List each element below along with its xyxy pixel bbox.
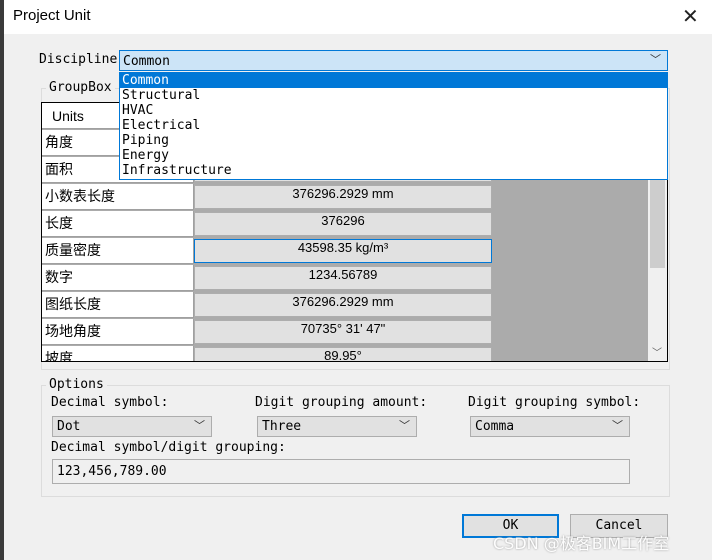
watermark: CSDN @极客BIM工作室 [493, 534, 670, 553]
discipline-value: Common [123, 54, 170, 69]
option-infrastructure[interactable]: Infrastructure [120, 163, 667, 178]
decimal-symbol-value: Dot [57, 419, 81, 434]
options-title: Options [46, 377, 107, 392]
unit-format-button[interactable]: 70735° 31' 47" [194, 320, 492, 344]
window-title: Project Unit [13, 7, 91, 24]
digit-grouping-symbol-value: Comma [475, 419, 515, 434]
digit-grouping-amount-label: Digit grouping amount: [255, 395, 428, 410]
unit-format-button[interactable]: 376296.2929 mm [194, 185, 492, 209]
preview-field: 123,456,789.00 [52, 459, 630, 484]
unit-format-button[interactable]: 89.95° [194, 347, 492, 361]
scroll-down-icon[interactable]: ﹀ [652, 344, 662, 359]
unit-name: 数字 [42, 265, 194, 291]
unit-format-button[interactable]: 376296.2929 mm [194, 293, 492, 317]
discipline-label: Discipline [39, 52, 118, 67]
digit-grouping-amount-value: Three [262, 419, 302, 434]
option-electrical[interactable]: Electrical [120, 118, 667, 133]
option-hvac[interactable]: HVAC [120, 103, 667, 118]
background-window-edge [0, 0, 4, 560]
chevron-down-icon: ﹀ [399, 419, 410, 432]
chevron-down-icon: ﹀ [194, 419, 205, 432]
digit-grouping-amount-select[interactable]: Three ﹀ [257, 416, 417, 437]
unit-name: 图纸长度 [42, 292, 194, 318]
option-piping[interactable]: Piping [120, 133, 667, 148]
chevron-down-icon: ﹀ [612, 419, 623, 432]
option-structural[interactable]: Structural [120, 88, 667, 103]
decimal-symbol-label: Decimal symbol: [51, 395, 169, 410]
digit-grouping-symbol-label: Digit grouping symbol: [468, 395, 641, 410]
unit-format-button[interactable]: 43598.35 kg/m³ [194, 239, 492, 263]
digit-grouping-symbol-select[interactable]: Comma ﹀ [470, 416, 630, 437]
unit-name: 场地角度 [42, 319, 194, 345]
groupbox-title: GroupBox [46, 80, 115, 95]
discipline-combobox[interactable]: Common ﹀ [119, 50, 668, 71]
decimal-symbol-select[interactable]: Dot ﹀ [52, 416, 212, 437]
unit-name: 长度 [42, 211, 194, 237]
preview-label: Decimal symbol/digit grouping: [51, 440, 286, 455]
unit-name: 质量密度 [42, 238, 194, 264]
unit-name: 小数表长度 [42, 184, 194, 210]
unit-format-button[interactable]: 1234.56789 [194, 266, 492, 290]
discipline-dropdown-list: Common Structural HVAC Electrical Piping… [119, 72, 668, 180]
title-bar [4, 0, 712, 34]
option-energy[interactable]: Energy [120, 148, 667, 163]
unit-name: 坡度 [42, 346, 194, 361]
close-icon[interactable]: ✕ [682, 4, 699, 28]
unit-format-button[interactable]: 376296 [194, 212, 492, 236]
chevron-down-icon: ﹀ [650, 53, 661, 66]
option-common[interactable]: Common [120, 73, 667, 88]
